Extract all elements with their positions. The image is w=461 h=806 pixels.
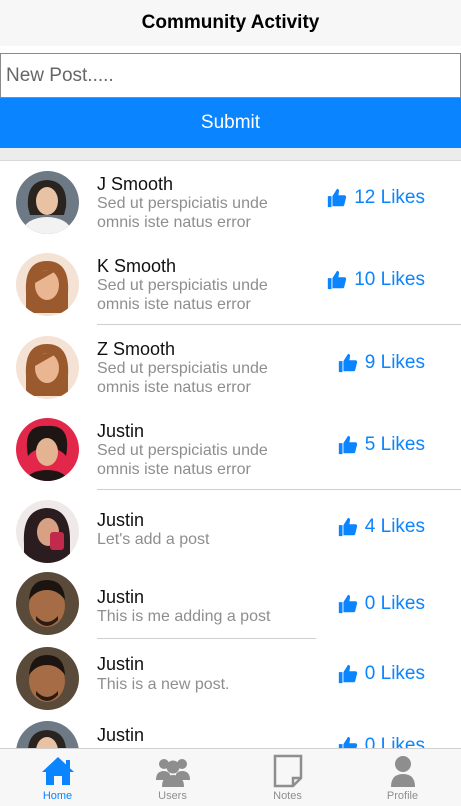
tab-users[interactable]: Users (115, 749, 230, 806)
tab-notes[interactable]: Notes (230, 749, 345, 806)
list-item[interactable]: Justin 0 Likes (0, 717, 461, 748)
like-count: 0 Likes (364, 663, 425, 684)
thumbs-up-icon (328, 188, 347, 208)
like-count: 4 Likes (364, 516, 425, 537)
list-item[interactable]: K Smooth Sed ut perspiciatis unde omnis … (0, 243, 461, 325)
tab-bar: Home Users Notes Profile (0, 748, 461, 806)
like-button[interactable]: 5 Likes (337, 434, 425, 456)
post-list[interactable]: J Smooth Sed ut perspiciatis unde omnis … (0, 161, 461, 748)
like-button[interactable]: 12 Likes (326, 187, 425, 209)
tab-label: Profile (386, 790, 419, 802)
thumbs-up-icon (338, 594, 357, 614)
post-text: This is me adding a post (97, 608, 271, 625)
notes-icon (273, 754, 302, 788)
list-item[interactable]: Z Smooth Sed ut perspiciatis unde omnis … (0, 326, 461, 408)
list-item[interactable]: Justin This is a new post. 0 Likes (0, 639, 461, 717)
tab-label: Users (158, 790, 187, 802)
like-count: 0 Likes (364, 593, 425, 614)
page-title: Community Activity (141, 12, 320, 33)
post-author: K Smooth (97, 256, 177, 276)
like-count: 9 Likes (364, 352, 425, 373)
post-text: This is a new post. (97, 676, 230, 693)
post-text: Let's add a post (97, 531, 210, 548)
post-author: J Smooth (97, 174, 174, 194)
avatar (16, 647, 79, 710)
post-author: Justin (97, 587, 145, 607)
post-text: Sed ut perspiciatis unde omnis iste natu… (97, 360, 268, 396)
like-button[interactable]: 0 Likes (337, 593, 425, 615)
thumbs-up-icon (328, 270, 347, 290)
like-button[interactable]: 4 Likes (337, 516, 425, 538)
thumbs-up-icon (338, 435, 357, 455)
like-count: 12 Likes (354, 187, 425, 208)
like-count: 10 Likes (354, 269, 425, 290)
tab-label: Home (42, 790, 73, 802)
tab-label: Notes (273, 790, 302, 802)
like-button[interactable]: 10 Likes (326, 269, 425, 291)
avatar (16, 500, 79, 563)
post-text: Sed ut perspiciatis unde omnis iste natu… (97, 277, 268, 313)
tab-profile[interactable]: Profile (345, 749, 460, 806)
post-author: Z Smooth (97, 339, 176, 359)
avatar (16, 572, 79, 635)
new-post-input[interactable] (0, 53, 461, 98)
thumbs-up-icon (338, 664, 357, 684)
row-separator (97, 324, 461, 325)
avatar (16, 418, 79, 481)
list-item[interactable]: Justin This is me adding a post 0 Likes (0, 567, 461, 639)
submit-button[interactable]: Submit (0, 98, 461, 148)
post-author: Justin (97, 654, 145, 674)
list-item[interactable]: Justin Let's add a post 4 Likes (0, 490, 461, 572)
avatar (16, 336, 79, 399)
list-item[interactable]: Justin Sed ut perspiciatis unde omnis is… (0, 408, 461, 490)
post-author: Justin (97, 510, 145, 530)
list-item[interactable]: J Smooth Sed ut perspiciatis unde omnis … (0, 161, 461, 243)
thumbs-up-icon (338, 736, 357, 748)
like-count: 0 Likes (364, 735, 425, 748)
nav-bar: Community Activity (0, 0, 461, 46)
post-text: Sed ut perspiciatis unde omnis iste natu… (97, 195, 268, 231)
like-button[interactable]: 0 Likes (337, 663, 425, 685)
avatar (16, 171, 79, 234)
post-author: Justin (97, 725, 145, 745)
like-button[interactable]: 0 Likes (337, 735, 425, 748)
avatar (16, 253, 79, 316)
section-divider (0, 148, 461, 161)
post-author: Justin (97, 421, 145, 441)
post-text: Sed ut perspiciatis unde omnis iste natu… (97, 442, 268, 478)
profile-icon (390, 756, 415, 787)
avatar (16, 721, 79, 748)
tab-home[interactable]: Home (0, 749, 115, 806)
thumbs-up-icon (338, 517, 357, 537)
thumbs-up-icon (338, 353, 357, 373)
home-icon (41, 757, 74, 785)
users-icon (155, 759, 190, 787)
like-count: 5 Likes (364, 434, 425, 455)
like-button[interactable]: 9 Likes (337, 352, 425, 374)
